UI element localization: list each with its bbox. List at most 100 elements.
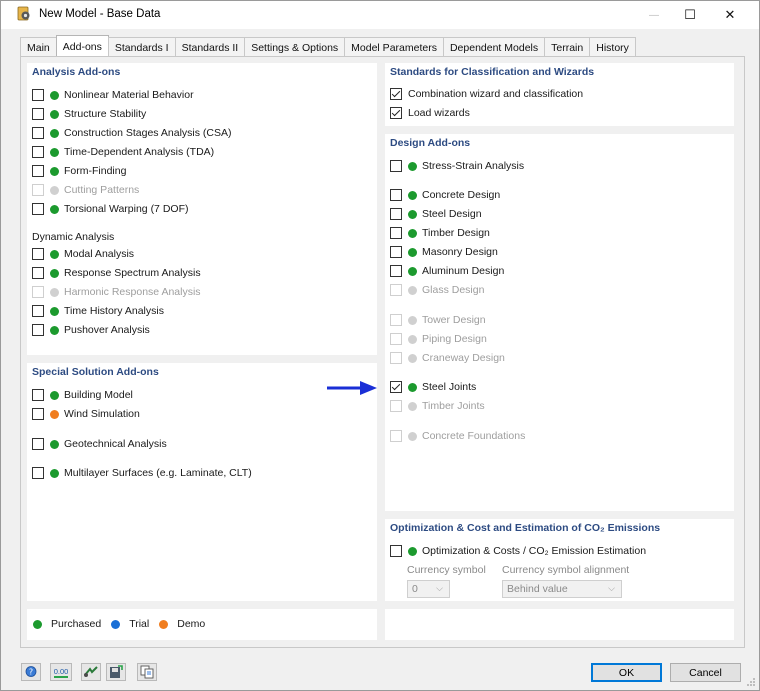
tab-standards-ii[interactable]: Standards II [174, 37, 246, 57]
checkbox[interactable] [32, 324, 44, 336]
checkbox-label: Concrete Foundations [422, 430, 526, 442]
checkbox-row-pushover-analysis[interactable]: Pushover Analysis [32, 323, 150, 337]
checkbox[interactable] [32, 408, 44, 420]
maximize-button[interactable]: ☐ [669, 1, 711, 29]
checkbox-row-structure-stability[interactable]: Structure Stability [32, 107, 146, 121]
checkbox-label: Load wizards [408, 107, 470, 119]
copy-button[interactable] [137, 663, 157, 681]
checkbox-label: Stress-Strain Analysis [422, 160, 525, 172]
panel-title: Analysis Add-ons [32, 66, 121, 78]
checkbox[interactable] [32, 203, 44, 215]
checkbox-row-steel-design[interactable]: Steel Design [390, 207, 482, 221]
checkbox[interactable] [32, 108, 44, 120]
checkbox[interactable] [390, 227, 402, 239]
checkbox [390, 352, 402, 364]
checkbox[interactable] [390, 381, 402, 393]
checkbox-row-load-wizards[interactable]: Load wizards [390, 106, 470, 120]
checkbox[interactable] [390, 107, 402, 119]
units-icon: 0.00 [53, 666, 69, 678]
checkbox-row-multilayer-surfaces-e-g-laminate-clt[interactable]: Multilayer Surfaces (e.g. Laminate, CLT) [32, 466, 252, 480]
checkbox-row-timber-design[interactable]: Timber Design [390, 226, 490, 240]
tab-standards-i[interactable]: Standards I [107, 37, 176, 57]
checkbox-row-glass-design: Glass Design [390, 283, 484, 297]
ok-button[interactable]: OK [591, 663, 662, 682]
checkbox [390, 400, 402, 412]
checkbox-row-form-finding[interactable]: Form-Finding [32, 164, 126, 178]
checkbox-label: Masonry Design [422, 246, 498, 258]
dynamic-analysis-label: Dynamic Analysis [32, 231, 115, 243]
checkbox[interactable] [390, 160, 402, 172]
standards-panel: Standards for Classification and Wizards… [385, 63, 734, 126]
license-status-dot-icon [50, 109, 59, 119]
checkbox[interactable] [32, 438, 44, 450]
checkbox-row-geotechnical-analysis[interactable]: Geotechnical Analysis [32, 437, 167, 451]
tab-add-ons[interactable]: Add-ons [55, 35, 109, 57]
checkbox[interactable] [32, 248, 44, 260]
checkbox [32, 286, 44, 298]
checkbox[interactable] [390, 545, 402, 557]
license-status-dot-icon [408, 353, 417, 363]
help-button[interactable]: ? [21, 663, 41, 681]
checkbox[interactable] [390, 208, 402, 220]
checkbox[interactable] [390, 246, 402, 258]
checkbox[interactable] [32, 165, 44, 177]
dialog-window: New Model - Base Data — ☐ ✕ Main Add-ons… [0, 0, 760, 691]
checkbox[interactable] [32, 127, 44, 139]
checkbox[interactable] [32, 305, 44, 317]
panel-title: Standards for Classification and Wizards [390, 66, 595, 78]
tab-history[interactable]: History [589, 37, 636, 57]
tab-model-parameters[interactable]: Model Parameters [344, 37, 444, 57]
checkbox-row-response-spectrum-analysis[interactable]: Response Spectrum Analysis [32, 266, 201, 280]
checkbox[interactable] [390, 88, 402, 100]
resize-grip-icon[interactable] [746, 677, 756, 687]
currency-symbol-value: 0 [412, 583, 418, 595]
checkbox-row-time-history-analysis[interactable]: Time History Analysis [32, 304, 164, 318]
checkbox-row-steel-joints[interactable]: Steel Joints [390, 380, 476, 394]
license-status-dot-icon [408, 161, 417, 171]
tab-settings-options[interactable]: Settings & Options [244, 37, 346, 57]
checkbox-row-torsional-warping-7-dof[interactable]: Torsional Warping (7 DOF) [32, 202, 188, 216]
checkbox-label: Timber Design [422, 227, 490, 239]
close-icon: ✕ [724, 7, 736, 22]
currency-symbol-select[interactable]: 0 ⌵ [407, 580, 450, 598]
checkbox[interactable] [32, 389, 44, 401]
checkmark-icon [391, 88, 401, 98]
tab-dependent-models[interactable]: Dependent Models [442, 37, 546, 57]
checkbox-row-masonry-design[interactable]: Masonry Design [390, 245, 498, 259]
save-button[interactable] [106, 663, 126, 681]
checkbox-label: Tower Design [422, 314, 486, 326]
license-status-dot-icon [50, 287, 59, 297]
checkbox[interactable] [390, 265, 402, 277]
checkbox[interactable] [32, 146, 44, 158]
units-button[interactable]: 0.00 [50, 663, 72, 681]
checkbox-row-construction-stages-analysis-csa[interactable]: Construction Stages Analysis (CSA) [32, 126, 232, 140]
chevron-down-icon: ⌵ [436, 583, 443, 593]
currency-symbol-label: Currency symbol [407, 564, 486, 576]
license-status-dot-icon [408, 315, 417, 325]
license-status-dot-icon [408, 334, 417, 344]
checkbox-row-combination-wizard-and-classification[interactable]: Combination wizard and classification [390, 87, 583, 101]
checkbox[interactable] [32, 89, 44, 101]
tab-terrain[interactable]: Terrain [544, 37, 591, 57]
checkbox-row-stress-strain-analysis[interactable]: Stress-Strain Analysis [390, 159, 524, 173]
currency-alignment-select[interactable]: Behind value ⌵ [502, 580, 622, 598]
optimization-checkbox-row[interactable]: Optimization & Costs / CO₂ Emission Esti… [390, 544, 646, 558]
checkbox[interactable] [32, 467, 44, 479]
cancel-button[interactable]: Cancel [670, 663, 741, 682]
checkbox-row-concrete-design[interactable]: Concrete Design [390, 188, 500, 202]
checkbox[interactable] [32, 267, 44, 279]
load-button[interactable] [81, 663, 101, 681]
license-status-dot-icon [408, 228, 417, 238]
tab-main[interactable]: Main [20, 37, 57, 57]
checkbox-label: Wind Simulation [64, 408, 140, 420]
license-status-dot-icon [50, 268, 59, 278]
close-button[interactable]: ✕ [709, 1, 751, 29]
checkbox-row-modal-analysis[interactable]: Modal Analysis [32, 247, 134, 261]
checkbox-row-aluminum-design[interactable]: Aluminum Design [390, 264, 504, 278]
checkbox-row-wind-simulation[interactable]: Wind Simulation [32, 407, 140, 421]
checkbox-row-nonlinear-material-behavior[interactable]: Nonlinear Material Behavior [32, 88, 194, 102]
checkbox-row-time-dependent-analysis-tda[interactable]: Time-Dependent Analysis (TDA) [32, 145, 214, 159]
checkbox-row-building-model[interactable]: Building Model [32, 388, 133, 402]
checkbox[interactable] [390, 189, 402, 201]
license-status-dot-icon [50, 90, 59, 100]
